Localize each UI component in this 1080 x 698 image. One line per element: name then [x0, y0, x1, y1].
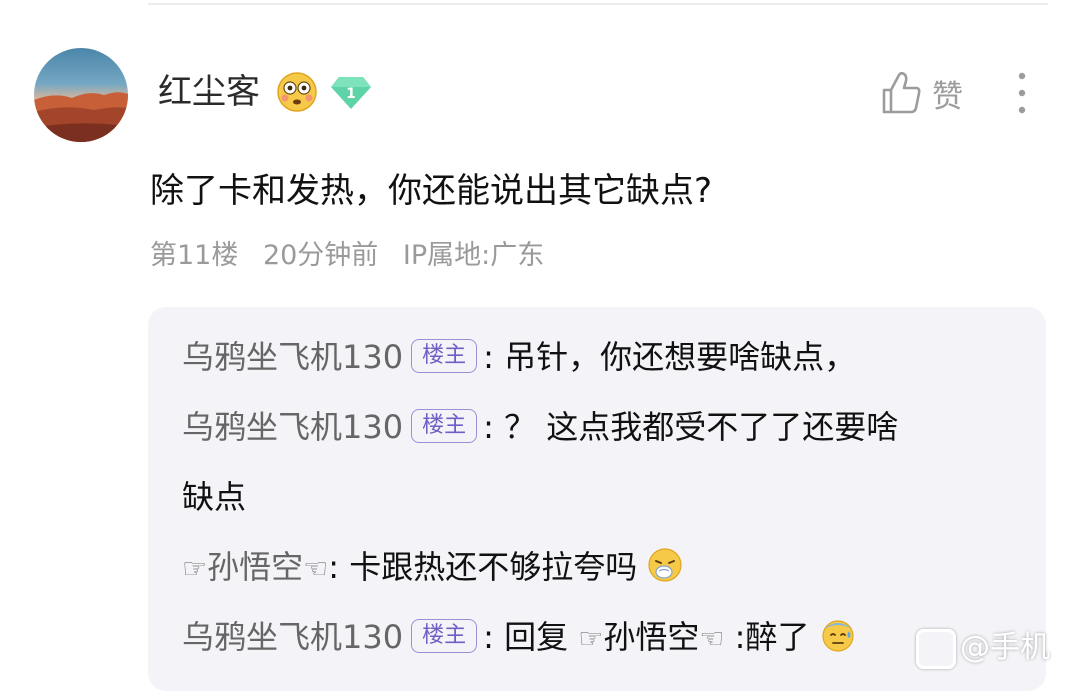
reply-text-continued: 缺点 [182, 478, 247, 516]
reply-colon: : [328, 548, 340, 586]
flushed-face-emoji-icon [277, 72, 317, 112]
pointing-right-hand-icon: ☞ [182, 552, 208, 585]
comment-text: 除了卡和发热，你还能说出其它缺点? [150, 171, 713, 211]
pointing-left-hand-icon: ☜ [699, 622, 725, 655]
watermark-logo-icon [916, 628, 956, 669]
username[interactable]: 红尘客 [158, 70, 260, 114]
like-button[interactable]: 赞 [880, 68, 963, 118]
reply-author[interactable]: 乌鸦坐飞机130 [182, 338, 403, 376]
reply-item[interactable]: 乌鸦坐飞机130 楼主: 吊针，你还想要啥缺点， [182, 322, 1012, 392]
watermark: @手机 [916, 622, 1050, 669]
reply-colon: : [483, 338, 494, 376]
thumbs-up-icon [882, 71, 921, 114]
pointing-right-hand-icon: ☞ [578, 622, 604, 655]
reply-colon: : [483, 618, 494, 656]
reply-text: 吊针，你还想要啥缺点， [504, 338, 857, 376]
op-badge: 楼主 [411, 619, 478, 653]
sweat-face-emoji-icon [822, 620, 854, 652]
reply-author[interactable]: 乌鸦坐飞机130 [182, 408, 403, 446]
level-number: 1 [346, 86, 356, 102]
comment-meta: 第11楼 20分钟前 IP属地:广东 [150, 236, 560, 276]
reply-text: ？ 这点我都受不了了还要啥 [504, 408, 899, 446]
reply-item[interactable]: 乌鸦坐飞机130 楼主: ？ 这点我都受不了了还要啥缺点 [182, 392, 1012, 532]
watermark-text: @手机 [960, 630, 1050, 665]
diamond-level-icon: 1 [331, 77, 371, 109]
reply-item[interactable]: 乌鸦坐飞机130 楼主: 回复 ☞孙悟空☜ :醉了 [182, 602, 1012, 674]
floor-number: 第11楼 [150, 240, 239, 271]
post-time: 20分钟前 [262, 240, 379, 271]
user-avatar[interactable] [34, 48, 128, 142]
reply-colon: : [483, 408, 494, 446]
reply-text: 卡跟热还不够拉夸吗 [349, 548, 638, 586]
pointing-left-hand-icon: ☜ [303, 552, 329, 585]
reply-author[interactable]: ☞孙悟空☜ [182, 548, 328, 586]
reply-item[interactable]: ☞孙悟空☜: 卡跟热还不够拉夸吗 [182, 532, 1012, 604]
mention[interactable]: ☞孙悟空☜ [578, 618, 724, 656]
reply-author-name: 孙悟空 [207, 548, 304, 586]
reply-text-after: :醉了 [724, 618, 810, 656]
more-options-icon[interactable] [1008, 68, 1036, 118]
user-level-badge: 1 [330, 75, 372, 111]
reply-text: 回复 [504, 618, 579, 656]
sneezing-face-emoji-icon [648, 548, 682, 582]
top-divider [148, 3, 1048, 5]
op-badge: 楼主 [411, 339, 478, 373]
op-badge: 楼主 [411, 409, 478, 443]
like-label: 赞 [932, 78, 963, 115]
ip-location: IP属地:广东 [402, 240, 545, 271]
avatar-landscape-image [34, 92, 128, 142]
reply-author[interactable]: 乌鸦坐飞机130 [182, 618, 403, 656]
mention-name: 孙悟空 [603, 618, 700, 656]
